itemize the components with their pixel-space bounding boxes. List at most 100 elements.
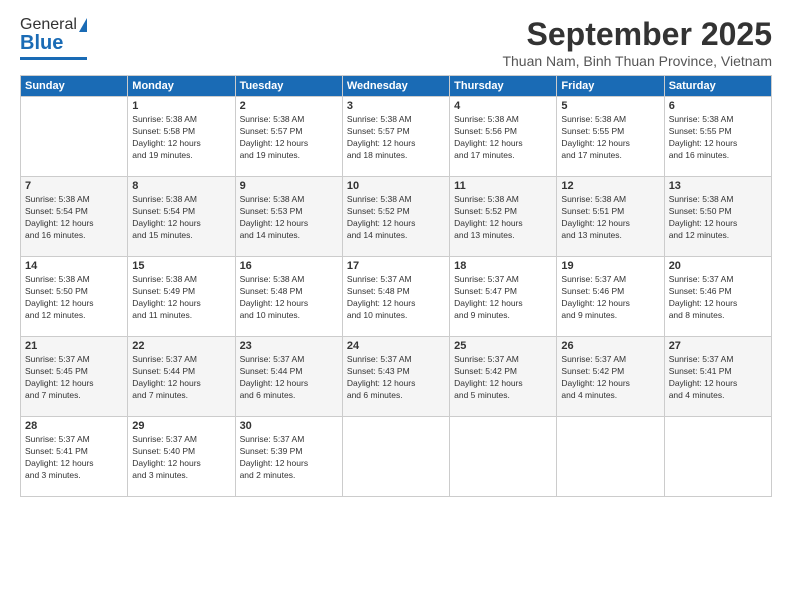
day-number: 13 [669, 180, 767, 192]
calendar-cell: 1 Sunrise: 5:38 AM Sunset: 5:58 PM Daylig… [128, 97, 235, 177]
calendar-cell: 21Sunrise: 5:37 AM Sunset: 5:45 PM Dayli… [21, 337, 128, 417]
day-number: 29 [132, 420, 230, 432]
calendar-cell [342, 417, 449, 497]
day-number: 16 [240, 260, 338, 272]
calendar-cell: 15Sunrise: 5:38 AM Sunset: 5:49 PM Dayli… [128, 257, 235, 337]
calendar-table: Sunday Monday Tuesday Wednesday Thursday… [20, 75, 772, 497]
day-info: Sunrise: 5:38 AM Sunset: 5:53 PM Dayligh… [240, 194, 338, 242]
calendar-week-row: 1 Sunrise: 5:38 AM Sunset: 5:58 PM Daylig… [21, 97, 772, 177]
calendar-cell: 30 Sunrise: 5:37 AM Sunset: 5:39 PM Dayli… [235, 417, 342, 497]
day-number: 26 [561, 340, 659, 352]
day-number: 7 [25, 180, 123, 192]
day-info: Sunrise: 5:38 AM Sunset: 5:57 PM Dayligh… [240, 114, 338, 162]
day-number: 20 [669, 260, 767, 272]
logo-line [20, 57, 87, 60]
day-number: 5 [561, 100, 659, 112]
day-info: Sunrise: 5:37 AM Sunset: 5:44 PM Dayligh… [240, 354, 338, 402]
calendar-cell: 4 Sunrise: 5:38 AM Sunset: 5:56 PM Daylig… [450, 97, 557, 177]
calendar-cell: 25 Sunrise: 5:37 AM Sunset: 5:42 PM Dayli… [450, 337, 557, 417]
calendar-week-row: 14 Sunrise: 5:38 AM Sunset: 5:50 PM Dayli… [21, 257, 772, 337]
day-number: 10 [347, 180, 445, 192]
calendar-week-row: 28 Sunrise: 5:37 AM Sunset: 5:41 PM Dayli… [21, 417, 772, 497]
day-info: Sunrise: 5:37 AM Sunset: 5:40 PM Dayligh… [132, 434, 230, 482]
day-info: Sunrise: 5:38 AM Sunset: 5:50 PM Dayligh… [25, 274, 123, 322]
calendar-cell: 29 Sunrise: 5:37 AM Sunset: 5:40 PM Dayli… [128, 417, 235, 497]
day-number: 24 [347, 340, 445, 352]
calendar-cell: 18Sunrise: 5:37 AM Sunset: 5:47 PM Dayli… [450, 257, 557, 337]
day-number: 9 [240, 180, 338, 192]
day-number: 27 [669, 340, 767, 352]
day-number: 1 [132, 100, 230, 112]
day-info: Sunrise: 5:38 AM Sunset: 5:54 PM Dayligh… [132, 194, 230, 242]
day-info: Sunrise: 5:38 AM Sunset: 5:51 PM Dayligh… [561, 194, 659, 242]
calendar-cell [21, 97, 128, 177]
calendar-cell: 20 Sunrise: 5:37 AM Sunset: 5:46 PM Dayli… [664, 257, 771, 337]
calendar-week-row: 21Sunrise: 5:37 AM Sunset: 5:45 PM Dayli… [21, 337, 772, 417]
day-info: Sunrise: 5:37 AM Sunset: 5:39 PM Dayligh… [240, 434, 338, 482]
day-number: 2 [240, 100, 338, 112]
logo: General Blue [20, 16, 87, 60]
location-subtitle: Thuan Nam, Binh Thuan Province, Vietnam [502, 53, 772, 69]
calendar-cell: 26 Sunrise: 5:37 AM Sunset: 5:42 PM Dayli… [557, 337, 664, 417]
calendar-cell: 10Sunrise: 5:38 AM Sunset: 5:52 PM Dayli… [342, 177, 449, 257]
day-info: Sunrise: 5:38 AM Sunset: 5:56 PM Dayligh… [454, 114, 552, 162]
calendar-cell [450, 417, 557, 497]
day-number: 4 [454, 100, 552, 112]
month-title: September 2025 [502, 16, 772, 53]
calendar-cell: 2 Sunrise: 5:38 AM Sunset: 5:57 PM Daylig… [235, 97, 342, 177]
day-info: Sunrise: 5:37 AM Sunset: 5:46 PM Dayligh… [669, 274, 767, 322]
day-info: Sunrise: 5:37 AM Sunset: 5:44 PM Dayligh… [132, 354, 230, 402]
day-info: Sunrise: 5:38 AM Sunset: 5:49 PM Dayligh… [132, 274, 230, 322]
day-number: 28 [25, 420, 123, 432]
calendar-cell: 11 Sunrise: 5:38 AM Sunset: 5:52 PM Dayli… [450, 177, 557, 257]
day-number: 6 [669, 100, 767, 112]
day-info: Sunrise: 5:38 AM Sunset: 5:54 PM Dayligh… [25, 194, 123, 242]
calendar-week-row: 7 Sunrise: 5:38 AM Sunset: 5:54 PM Daylig… [21, 177, 772, 257]
day-number: 25 [454, 340, 552, 352]
calendar-cell: 23 Sunrise: 5:37 AM Sunset: 5:44 PM Dayli… [235, 337, 342, 417]
header-row: Sunday Monday Tuesday Wednesday Thursday… [21, 76, 772, 97]
calendar-cell: 5Sunrise: 5:38 AM Sunset: 5:55 PM Daylig… [557, 97, 664, 177]
day-info: Sunrise: 5:37 AM Sunset: 5:47 PM Dayligh… [454, 274, 552, 322]
col-tuesday: Tuesday [235, 76, 342, 97]
calendar-cell: 12 Sunrise: 5:38 AM Sunset: 5:51 PM Dayli… [557, 177, 664, 257]
day-number: 14 [25, 260, 123, 272]
page: General Blue September 2025 Thuan Nam, B… [0, 0, 792, 612]
calendar-cell: 8 Sunrise: 5:38 AM Sunset: 5:54 PM Daylig… [128, 177, 235, 257]
day-info: Sunrise: 5:37 AM Sunset: 5:42 PM Dayligh… [561, 354, 659, 402]
day-number: 17 [347, 260, 445, 272]
day-number: 11 [454, 180, 552, 192]
day-number: 3 [347, 100, 445, 112]
day-number: 22 [132, 340, 230, 352]
day-number: 19 [561, 260, 659, 272]
day-info: Sunrise: 5:37 AM Sunset: 5:41 PM Dayligh… [669, 354, 767, 402]
col-saturday: Saturday [664, 76, 771, 97]
logo-blue-text: Blue [20, 32, 63, 55]
day-info: Sunrise: 5:38 AM Sunset: 5:58 PM Dayligh… [132, 114, 230, 162]
day-info: Sunrise: 5:37 AM Sunset: 5:42 PM Dayligh… [454, 354, 552, 402]
logo-triangle-icon [79, 18, 87, 32]
calendar-cell: 27 Sunrise: 5:37 AM Sunset: 5:41 PM Dayli… [664, 337, 771, 417]
day-info: Sunrise: 5:37 AM Sunset: 5:48 PM Dayligh… [347, 274, 445, 322]
day-number: 21 [25, 340, 123, 352]
calendar-cell: 3 Sunrise: 5:38 AM Sunset: 5:57 PM Daylig… [342, 97, 449, 177]
col-friday: Friday [557, 76, 664, 97]
day-number: 23 [240, 340, 338, 352]
col-wednesday: Wednesday [342, 76, 449, 97]
day-number: 8 [132, 180, 230, 192]
col-monday: Monday [128, 76, 235, 97]
header: General Blue September 2025 Thuan Nam, B… [20, 16, 772, 69]
day-info: Sunrise: 5:38 AM Sunset: 5:52 PM Dayligh… [454, 194, 552, 242]
calendar-cell: 14 Sunrise: 5:38 AM Sunset: 5:50 PM Dayli… [21, 257, 128, 337]
calendar-cell: 17 Sunrise: 5:37 AM Sunset: 5:48 PM Dayli… [342, 257, 449, 337]
day-info: Sunrise: 5:38 AM Sunset: 5:57 PM Dayligh… [347, 114, 445, 162]
day-number: 30 [240, 420, 338, 432]
col-thursday: Thursday [450, 76, 557, 97]
calendar-cell: 6Sunrise: 5:38 AM Sunset: 5:55 PM Daylig… [664, 97, 771, 177]
day-number: 12 [561, 180, 659, 192]
day-info: Sunrise: 5:38 AM Sunset: 5:48 PM Dayligh… [240, 274, 338, 322]
calendar-cell: 19Sunrise: 5:37 AM Sunset: 5:46 PM Dayli… [557, 257, 664, 337]
calendar-cell [557, 417, 664, 497]
calendar-cell: 22 Sunrise: 5:37 AM Sunset: 5:44 PM Dayli… [128, 337, 235, 417]
day-info: Sunrise: 5:37 AM Sunset: 5:41 PM Dayligh… [25, 434, 123, 482]
